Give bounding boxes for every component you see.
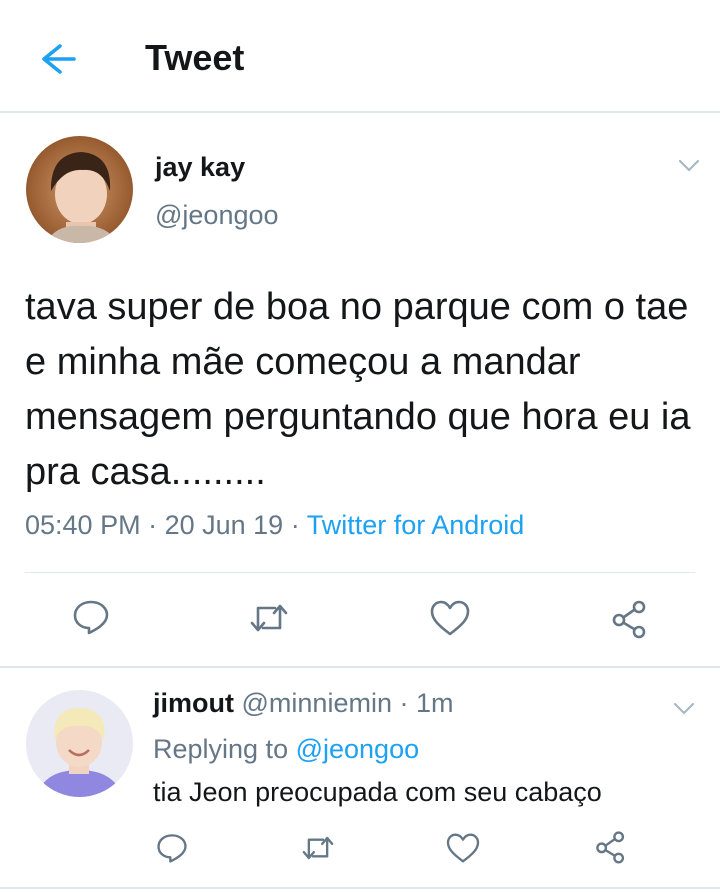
replying-handle-link[interactable]: @jeongoo [296, 734, 420, 764]
chevron-down-icon [673, 702, 695, 715]
tweet-time: 05:40 PM [25, 510, 141, 540]
author-handle[interactable]: @jeongoo [155, 200, 279, 231]
like-button[interactable] [430, 600, 470, 636]
arrow-left-icon [42, 44, 76, 74]
like-icon [430, 600, 470, 636]
like-button[interactable] [446, 833, 480, 863]
divider [25, 572, 695, 573]
retweet-button[interactable] [249, 600, 289, 636]
tweet-menu-button[interactable] [678, 159, 700, 173]
tweet-date: 20 Jun 19 [164, 510, 284, 540]
top-bar [0, 0, 720, 113]
separator: · [283, 510, 307, 540]
chevron-down-icon [678, 159, 700, 172]
retweet-icon [250, 604, 288, 632]
reply-text: tia Jeon preocupada com seu cabaço [153, 777, 602, 807]
share-icon [612, 600, 646, 639]
share-button[interactable] [610, 599, 650, 639]
separator: · [391, 688, 416, 718]
divider [0, 666, 720, 668]
replying-prefix: Replying to [153, 734, 296, 764]
reply-author-name[interactable]: jimout [153, 688, 234, 718]
avatar[interactable] [26, 136, 133, 243]
like-icon [446, 833, 480, 863]
reply-header: jimout @minniemin · 1m [153, 688, 453, 719]
reply-button[interactable] [156, 832, 188, 864]
retweet-button[interactable] [301, 833, 335, 863]
reply-author-handle[interactable]: @minniemin [242, 688, 392, 718]
reply-menu-button[interactable] [673, 702, 695, 716]
page-title: Tweet [145, 37, 245, 78]
replying-to: Replying to @jeongoo [153, 734, 419, 765]
tweet-meta: 05:40 PM · 20 Jun 19 · Twitter for Andro… [25, 510, 524, 541]
author-name[interactable]: jay kay [155, 152, 245, 183]
divider [0, 887, 720, 889]
back-button[interactable] [38, 40, 76, 78]
tweet-source-link[interactable]: Twitter for Android [307, 510, 525, 540]
share-icon [596, 831, 625, 864]
avatar[interactable] [26, 690, 133, 797]
retweet-icon [302, 836, 334, 860]
share-button[interactable] [594, 830, 628, 864]
reply-button[interactable] [72, 598, 110, 636]
reply-time: 1m [415, 688, 454, 718]
separator: · [140, 510, 165, 540]
tweet-text: tava super de boa no parque com o tae e … [25, 286, 691, 493]
reply-icon [73, 600, 109, 635]
reply-icon [157, 834, 187, 863]
